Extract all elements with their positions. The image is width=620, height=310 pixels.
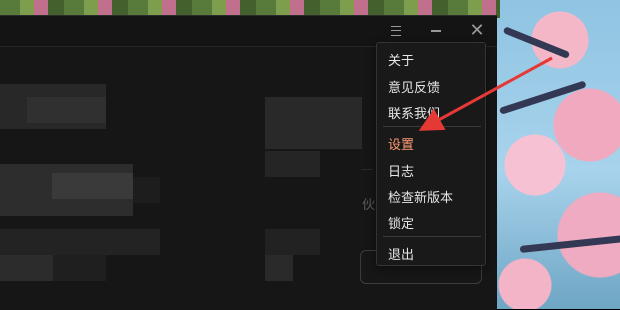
content-divider — [361, 169, 373, 170]
pixelated-content — [0, 229, 160, 255]
menu-separator — [383, 126, 481, 127]
pixelated-content — [0, 255, 53, 281]
pixelated-content — [53, 255, 106, 281]
wallpaper-branch — [519, 234, 620, 253]
menu-item-logs[interactable]: 日志 — [388, 161, 414, 180]
minimize-icon — [431, 30, 441, 32]
menu-separator — [383, 236, 481, 237]
menu-item-feedback[interactable]: 意见反馈 — [388, 77, 440, 96]
menu-item-about[interactable]: 关于 — [388, 50, 414, 69]
settings-dropdown-menu: 关于 意见反馈 联系我们 设置 日志 检查新版本 锁定 退出 — [376, 42, 486, 266]
menu-item-contact-us[interactable]: 联系我们 — [388, 103, 440, 122]
menu-item-lock[interactable]: 锁定 — [388, 213, 414, 232]
pixelated-content — [265, 255, 293, 281]
pixelated-content — [265, 151, 320, 177]
menu-item-exit[interactable]: 退出 — [388, 244, 414, 263]
pixelated-content — [265, 229, 320, 255]
wallpaper-branch — [502, 26, 571, 59]
menu-icon — [391, 26, 401, 36]
pixelated-content — [265, 97, 362, 149]
pixelated-content — [133, 177, 160, 203]
wallpaper-branch — [498, 80, 587, 115]
partially-visible-text: 伙 — [362, 198, 376, 213]
close-icon: ✕ — [469, 20, 485, 41]
pixelated-content — [27, 97, 106, 123]
menu-item-settings[interactable]: 设置 — [388, 134, 414, 153]
pixelated-content — [52, 173, 133, 199]
menu-item-check-update[interactable]: 检查新版本 — [388, 187, 453, 206]
